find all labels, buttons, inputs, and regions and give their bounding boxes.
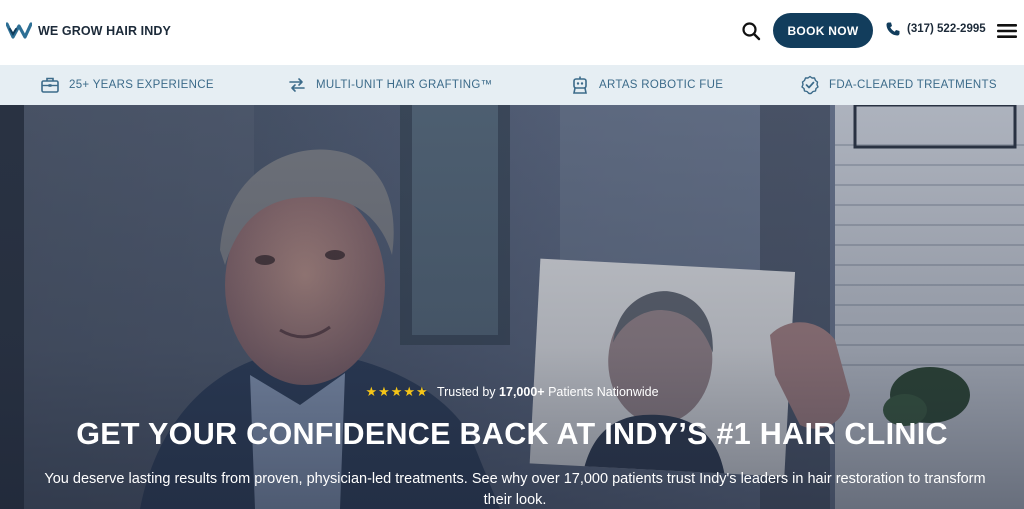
robot-icon: [573, 76, 587, 94]
phone-link[interactable]: (317) 522-2995: [885, 21, 986, 37]
features-bar: 25+ YEARS EXPERIENCE MULTI-UNIT HAIR GRA…: [0, 65, 1024, 105]
menu-icon[interactable]: [997, 23, 1017, 39]
feature-label: ARTAS ROBOTIC FUE: [599, 79, 724, 91]
transfer-arrows-icon: [289, 78, 305, 92]
feature-label: FDA-CLEARED TREATMENTS: [829, 79, 997, 91]
trusted-count: 17,000+: [499, 385, 545, 399]
trust-rating: ★★★★★ Trusted by 17,000+ Patients Nation…: [0, 384, 1024, 400]
brand-name: WE GROW HAIR INDY: [38, 24, 171, 38]
feature-fda: FDA-CLEARED TREATMENTS: [800, 75, 997, 95]
book-now-button[interactable]: BOOK NOW: [773, 13, 873, 48]
brand-logo[interactable]: WE GROW HAIR INDY: [6, 20, 171, 42]
search-icon[interactable]: [741, 21, 761, 41]
feature-artas: ARTAS ROBOTIC FUE: [570, 75, 723, 95]
logo-w-icon: [6, 22, 32, 39]
feature-grafting: MULTI-UNIT HAIR GRAFTING™: [287, 75, 492, 95]
star-rating-icon: ★★★★★: [365, 384, 429, 399]
trusted-suffix: Patients Nationwide: [548, 385, 659, 399]
phone-number: (317) 522-2995: [907, 23, 986, 35]
briefcase-icon: [41, 77, 59, 93]
feature-label: MULTI-UNIT HAIR GRAFTING™: [316, 79, 493, 91]
feature-experience: 25+ YEARS EXPERIENCE: [40, 75, 214, 95]
hero-section: ★★★★★ Trusted by 17,000+ Patients Nation…: [0, 105, 1024, 509]
feature-label: 25+ YEARS EXPERIENCE: [69, 79, 214, 91]
trusted-prefix: Trusted by: [436, 385, 496, 399]
site-header: WE GROW HAIR INDY BOOK NOW (317) 522-299…: [0, 0, 1024, 65]
hero-subtext: You deserve lasting results from proven,…: [44, 471, 986, 508]
hero-headline: GET YOUR CONFIDENCE BACK AT INDY’S #1 HA…: [76, 417, 948, 451]
phone-icon: [886, 22, 900, 36]
badge-check-icon: [801, 75, 819, 95]
